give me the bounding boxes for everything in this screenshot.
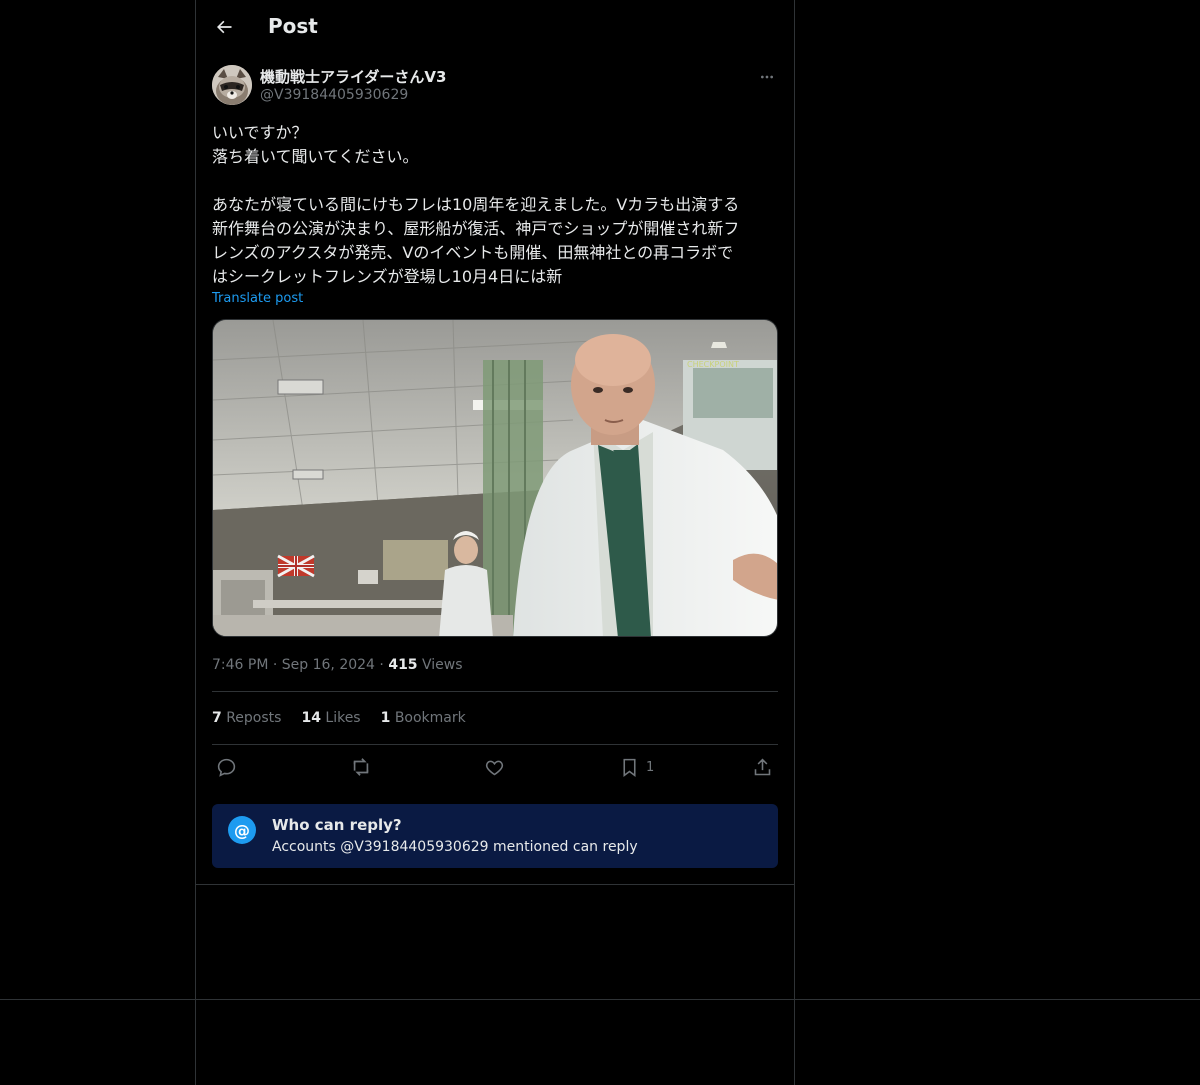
reposts-count: 7 (212, 710, 222, 726)
repost-icon (353, 758, 369, 776)
action-bar: 1 (212, 755, 778, 779)
post-date[interactable]: Sep 16, 2024 (282, 657, 375, 673)
arrow-left-icon (217, 20, 232, 34)
post-timestamp: 7:46 PM · Sep 16, 2024 · 415 Views (212, 657, 463, 673)
post-media-image[interactable]: CHECKPOINT (212, 319, 778, 637)
bookmarks-label: Bookmark (394, 710, 466, 726)
meta-separator: · (272, 657, 282, 673)
timeline-right-border (794, 0, 795, 1085)
share-button[interactable] (752, 755, 773, 779)
bookmarks-stat[interactable]: 1 Bookmark (381, 710, 466, 726)
stats-divider (212, 744, 778, 745)
share-icon (754, 758, 771, 775)
who-can-reply-title: Who can reply? (272, 816, 402, 834)
likes-stat[interactable]: 14 Likes (301, 710, 360, 726)
like-button[interactable] (484, 755, 505, 779)
author-handle[interactable]: @V39184405930629 (260, 87, 408, 103)
media-watermark: CHECKPOINT (687, 360, 739, 369)
raccoon-avatar-icon (212, 65, 252, 105)
page-bottom-divider (0, 999, 1200, 1000)
likes-count: 14 (301, 710, 321, 726)
author-name[interactable]: 機動戦士アライダーさんV3 (260, 66, 446, 87)
back-button[interactable] (208, 11, 240, 43)
views-label: Views (422, 657, 463, 673)
who-can-reply-subtitle: Accounts @V39184405930629 mentioned can … (272, 839, 638, 855)
timeline-left-border (195, 0, 196, 1085)
views-count: 415 (388, 657, 418, 673)
translate-post-link[interactable]: Translate post (212, 291, 303, 306)
page-title: Post (268, 14, 318, 38)
reply-button[interactable] (216, 755, 237, 779)
likes-label: Likes (325, 710, 361, 726)
post-header: Post (196, 0, 794, 53)
meta-divider (212, 691, 778, 692)
bookmarks-count: 1 (380, 710, 391, 726)
reposts-label: Reposts (226, 710, 282, 726)
more-options-button[interactable] (756, 67, 778, 87)
avatar[interactable] (212, 65, 252, 105)
post-text: いいですか？ 落ち着いて聞いてください。 あなたが寝ている間にけもフレは10周年… (212, 123, 740, 286)
like-icon (485, 760, 504, 775)
hospital-scene-image: CHECKPOINT (213, 320, 777, 636)
thread-end-divider (196, 884, 794, 885)
bookmark-button[interactable]: 1 (619, 755, 654, 779)
reply-icon (217, 758, 236, 777)
repost-button[interactable] (350, 755, 372, 779)
who-can-reply-notice: @ Who can reply? Accounts @V391844059306… (212, 804, 778, 868)
post-time[interactable]: 7:46 PM (212, 657, 268, 673)
meta-separator: · (379, 657, 389, 673)
more-dots-icon (761, 75, 773, 79)
bookmark-count: 1 (646, 759, 655, 775)
engagement-stats: 7 Reposts 14 Likes 1 Bookmark (212, 710, 466, 726)
reposts-stat[interactable]: 7 Reposts (212, 710, 281, 726)
bookmark-icon (623, 758, 636, 777)
at-sign-icon: @ (228, 816, 256, 844)
